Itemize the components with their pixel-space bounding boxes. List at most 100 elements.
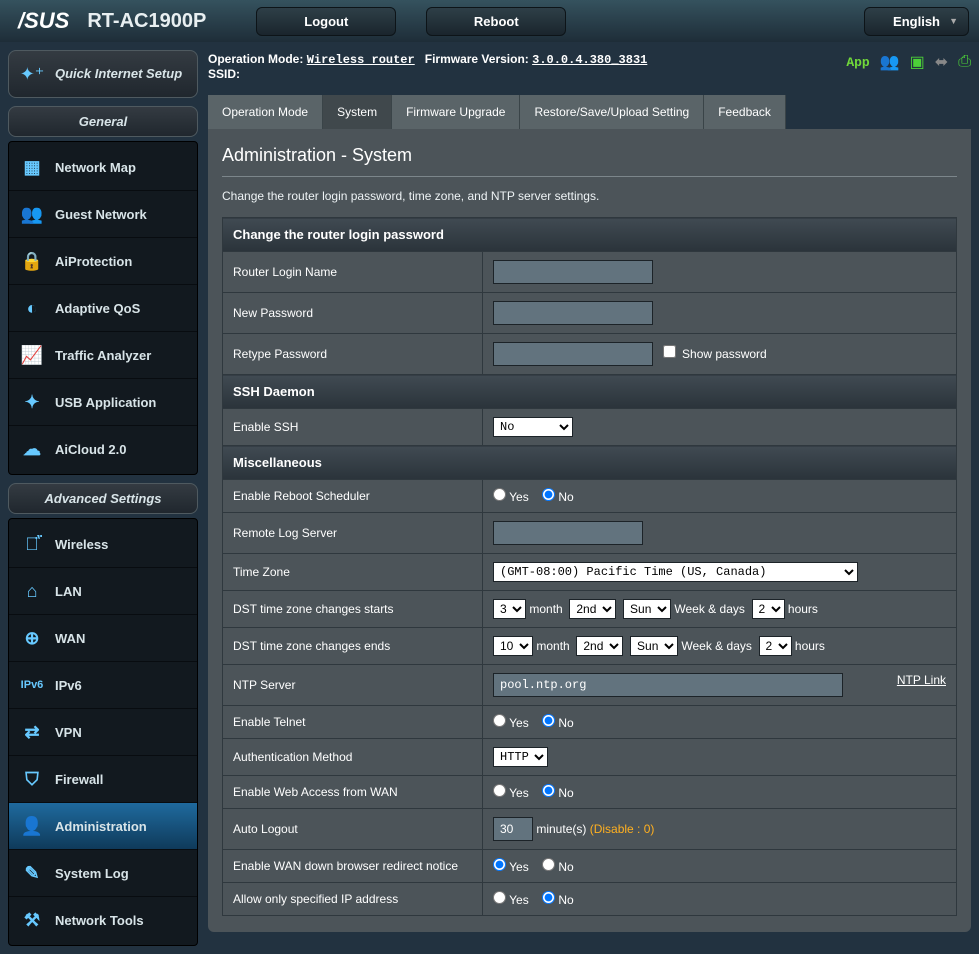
wan-down-yes-radio[interactable] (493, 858, 506, 871)
tools-icon: ⚒ (19, 907, 45, 933)
telnet-label: Enable Telnet (223, 706, 483, 739)
wan-down-no-radio[interactable] (542, 858, 555, 871)
specified-ip-no-radio[interactable] (542, 891, 555, 904)
new-password-label: New Password (223, 293, 483, 334)
sidebar-item-wan[interactable]: ⊕WAN (9, 615, 197, 662)
auto-logout-input[interactable] (493, 817, 533, 841)
show-password-label: Show password (682, 347, 767, 361)
users-status-icon[interactable]: 👥 (880, 52, 900, 72)
sidebar-item-aicloud[interactable]: ☁AiCloud 2.0 (9, 426, 197, 472)
wan-access-yes-radio[interactable] (493, 784, 506, 797)
tab-operation-mode[interactable]: Operation Mode (208, 95, 323, 129)
telnet-yes-radio[interactable] (493, 714, 506, 727)
tab-feedback[interactable]: Feedback (704, 95, 786, 129)
ssid-label: SSID: (208, 67, 240, 81)
sidebar-item-vpn[interactable]: ⇄VPN (9, 709, 197, 756)
wand-icon: ✦⁺ (19, 61, 45, 87)
sidebar-item-firewall[interactable]: ⛉Firewall (9, 756, 197, 803)
sidebar-item-system-log[interactable]: ✎System Log (9, 850, 197, 897)
reboot-yes-radio[interactable] (493, 488, 506, 501)
sidebar-item-usb-application[interactable]: ✦USB Application (9, 379, 197, 426)
usb-status-icon[interactable]: ⬌ (935, 52, 948, 72)
sidebar-item-adaptive-qos[interactable]: ◐Adaptive QoS (9, 285, 197, 332)
cloud-icon: ☁ (19, 436, 45, 462)
sidebar-advanced: ◉᷀Wireless ⌂LAN ⊕WAN IPv6IPv6 ⇄VPN ⛉Fire… (8, 518, 198, 946)
auth-label: Authentication Method (223, 739, 483, 776)
ntp-link[interactable]: NTP Link (897, 673, 946, 687)
sidebar-item-administration[interactable]: 👤Administration (9, 803, 197, 850)
dst-start-label: DST time zone changes starts (223, 591, 483, 628)
specified-ip-label: Allow only specified IP address (223, 883, 483, 916)
login-name-input[interactable] (493, 260, 653, 284)
opmode-label: Operation Mode: (208, 52, 303, 66)
logout-button[interactable]: Logout (256, 7, 396, 36)
misc-section-head: Miscellaneous (223, 446, 957, 480)
remote-log-label: Remote Log Server (223, 513, 483, 554)
tabs: Operation Mode System Firmware Upgrade R… (208, 95, 971, 129)
retype-password-input[interactable] (493, 342, 653, 366)
sidebar-item-wireless[interactable]: ◉᷀Wireless (9, 521, 197, 568)
tab-restore-save-upload[interactable]: Restore/Save/Upload Setting (520, 95, 704, 129)
sidebar-item-network-tools[interactable]: ⚒Network Tools (9, 897, 197, 943)
wifi-icon: ◉᷀ (19, 531, 45, 557)
shield-icon: ⛉ (19, 766, 45, 792)
quick-setup-button[interactable]: ✦⁺ Quick Internet Setup (8, 50, 198, 98)
dst-end-week-select[interactable]: 2nd (576, 636, 623, 656)
dst-end-hour-select[interactable]: 2 (759, 636, 792, 656)
enable-ssh-select[interactable]: No (493, 417, 573, 437)
sidebar-item-guest-network[interactable]: 👥Guest Network (9, 191, 197, 238)
timezone-select[interactable]: (GMT-08:00) Pacific Time (US, Canada) (493, 562, 858, 582)
specified-ip-yes-radio[interactable] (493, 891, 506, 904)
wan-access-no-radio[interactable] (542, 784, 555, 797)
app-link[interactable]: App (846, 55, 869, 70)
dst-start-month-select[interactable]: 3 (493, 599, 526, 619)
ntp-input[interactable] (493, 673, 843, 697)
fw-label: Firmware Version: (425, 52, 529, 66)
timezone-label: Time Zone (223, 554, 483, 591)
wan-down-label: Enable WAN down browser redirect notice (223, 850, 483, 883)
guest-network-icon: 👥 (19, 201, 45, 227)
printer-status-icon[interactable]: ⎙ (958, 53, 971, 71)
section-general-head: General (8, 106, 198, 137)
dst-end-month-select[interactable]: 10 (493, 636, 533, 656)
auth-select[interactable]: HTTP (493, 747, 548, 767)
auto-logout-note: (Disable : 0) (590, 822, 655, 836)
reboot-button[interactable]: Reboot (426, 7, 566, 36)
lock-icon: 🔒 (19, 248, 45, 274)
enable-ssh-label: Enable SSH (223, 409, 483, 446)
sidebar-item-traffic-analyzer[interactable]: 📈Traffic Analyzer (9, 332, 197, 379)
telnet-no-radio[interactable] (542, 714, 555, 727)
tab-firmware-upgrade[interactable]: Firmware Upgrade (392, 95, 520, 129)
auto-logout-label: Auto Logout (223, 809, 483, 850)
sidebar-item-aiprotection[interactable]: 🔒AiProtection (9, 238, 197, 285)
sidebar-general: ▦Network Map 👥Guest Network 🔒AiProtectio… (8, 141, 198, 475)
sidebar-item-ipv6[interactable]: IPv6IPv6 (9, 662, 197, 709)
remote-log-input[interactable] (493, 521, 643, 545)
tab-system[interactable]: System (323, 95, 392, 129)
chart-icon: 📈 (19, 342, 45, 368)
show-password-checkbox[interactable] (663, 345, 676, 358)
reboot-no-radio[interactable] (542, 488, 555, 501)
opmode-value[interactable]: Wireless router (307, 53, 415, 67)
section-advanced-head: Advanced Settings (8, 483, 198, 514)
dst-start-day-select[interactable]: Sun (623, 599, 671, 619)
model-name: RT-AC1900P (87, 10, 206, 33)
ssh-section-head: SSH Daemon (223, 375, 957, 409)
wan-access-label: Enable Web Access from WAN (223, 776, 483, 809)
brand-logo: /SUS (10, 8, 77, 34)
vpn-icon: ⇄ (19, 719, 45, 745)
sidebar-item-network-map[interactable]: ▦Network Map (9, 144, 197, 191)
globe-icon: ⊕ (19, 625, 45, 651)
dst-start-hour-select[interactable]: 2 (752, 599, 785, 619)
dst-start-week-select[interactable]: 2nd (569, 599, 616, 619)
retype-password-label: Retype Password (223, 334, 483, 375)
login-section-head: Change the router login password (223, 218, 957, 252)
fw-value[interactable]: 3.0.0.4.380_3831 (532, 53, 647, 67)
dst-end-day-select[interactable]: Sun (630, 636, 678, 656)
new-password-input[interactable] (493, 301, 653, 325)
log-icon: ✎ (19, 860, 45, 886)
usb-icon: ✦ (19, 389, 45, 415)
language-select[interactable]: English (864, 7, 969, 36)
lan-status-icon[interactable]: ▣ (910, 52, 925, 72)
sidebar-item-lan[interactable]: ⌂LAN (9, 568, 197, 615)
